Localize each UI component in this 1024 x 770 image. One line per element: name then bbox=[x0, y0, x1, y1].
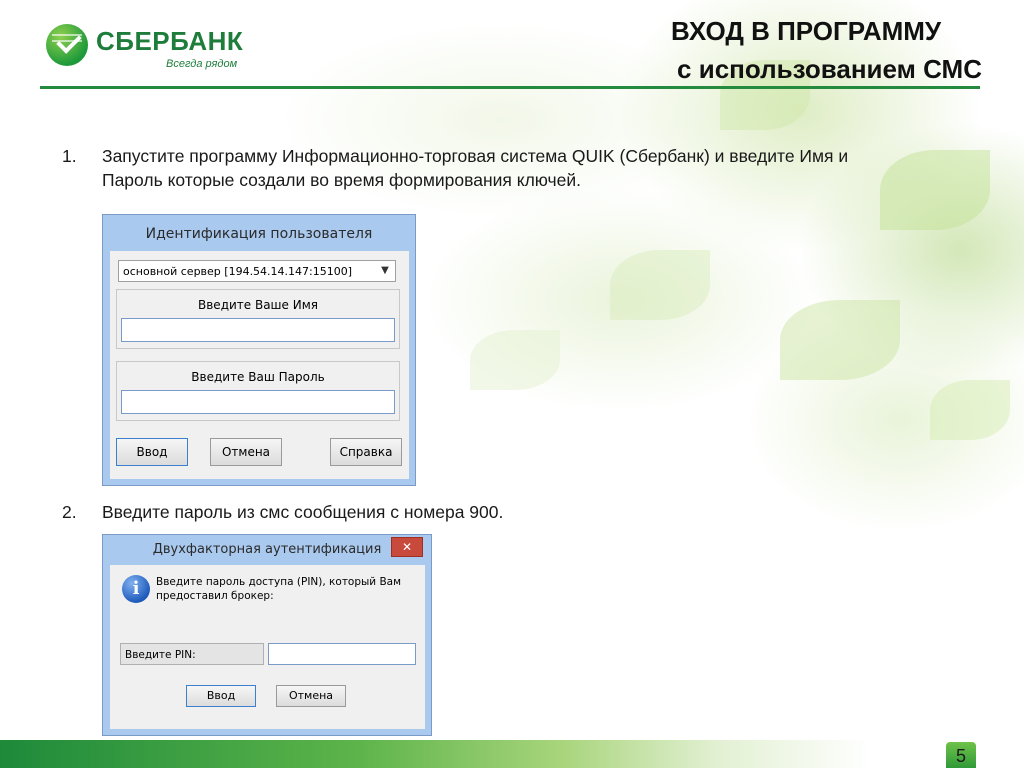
page-number: 5 bbox=[946, 742, 976, 768]
page-title-line1: ВХОД В ПРОГРАММУ bbox=[671, 16, 942, 46]
pin-input[interactable] bbox=[268, 643, 416, 665]
login-ok-button[interactable]: Ввод bbox=[116, 438, 188, 466]
step-number: 2. bbox=[62, 502, 77, 522]
sberbank-logo-icon bbox=[46, 24, 88, 66]
chevron-down-icon[interactable]: ▼ bbox=[377, 263, 393, 279]
leaf-decoration bbox=[930, 380, 1010, 440]
password-input[interactable] bbox=[121, 390, 395, 414]
leaf-decoration bbox=[470, 330, 560, 390]
login-dialog: Идентификация пользователя основной серв… bbox=[102, 214, 416, 486]
twofa-cancel-button[interactable]: Отмена bbox=[276, 685, 346, 707]
name-label: Введите Ваше Имя bbox=[198, 298, 318, 312]
login-dialog-title: Идентификация пользователя bbox=[145, 226, 373, 242]
pin-label: Введите PIN: bbox=[120, 643, 264, 665]
name-input[interactable] bbox=[121, 318, 395, 342]
password-group: Введите Ваш Пароль bbox=[116, 361, 400, 421]
info-icon: i bbox=[122, 575, 150, 603]
twofa-dialog: Двухфакторная аутентификация ✕ i Введите… bbox=[102, 534, 432, 736]
step-text: Запустите программу Информационно-торгов… bbox=[102, 146, 849, 190]
close-icon[interactable]: ✕ bbox=[391, 537, 423, 557]
page-title-line2: с использованием СМС bbox=[677, 54, 982, 84]
page-title: ВХОД В ПРОГРАММУ с использованием СМС bbox=[671, 12, 982, 88]
server-select-value: основной сервер [194.54.14.147:15100] bbox=[123, 265, 353, 278]
server-select[interactable]: основной сервер [194.54.14.147:15100] ▼ bbox=[118, 260, 396, 282]
leaf-decoration bbox=[610, 250, 710, 320]
brand-logo: СБЕРБАНК Всегда рядом bbox=[46, 24, 246, 74]
login-help-button[interactable]: Справка bbox=[330, 438, 402, 466]
brand-name: СБЕРБАНК bbox=[96, 26, 244, 56]
leaf-decoration bbox=[780, 300, 900, 380]
twofa-dialog-body: i Введите пароль доступа (PIN), который … bbox=[110, 565, 425, 729]
step-number: 1. bbox=[62, 146, 77, 166]
brand-tagline: Всегда рядом bbox=[166, 58, 238, 70]
login-cancel-button[interactable]: Отмена bbox=[210, 438, 282, 466]
password-label: Введите Ваш Пароль bbox=[191, 370, 325, 384]
twofa-dialog-title: Двухфакторная аутентификация bbox=[152, 542, 382, 557]
footer-band bbox=[0, 740, 1024, 768]
twofa-ok-button[interactable]: Ввод bbox=[186, 685, 256, 707]
twofa-message: Введите пароль доступа (PIN), который Ва… bbox=[156, 576, 402, 602]
step-text: Введите пароль из смс сообщения с номера… bbox=[102, 502, 504, 522]
header-divider bbox=[40, 86, 980, 89]
login-dialog-body: основной сервер [194.54.14.147:15100] ▼ … bbox=[110, 251, 409, 479]
name-group: Введите Ваше Имя bbox=[116, 289, 400, 349]
